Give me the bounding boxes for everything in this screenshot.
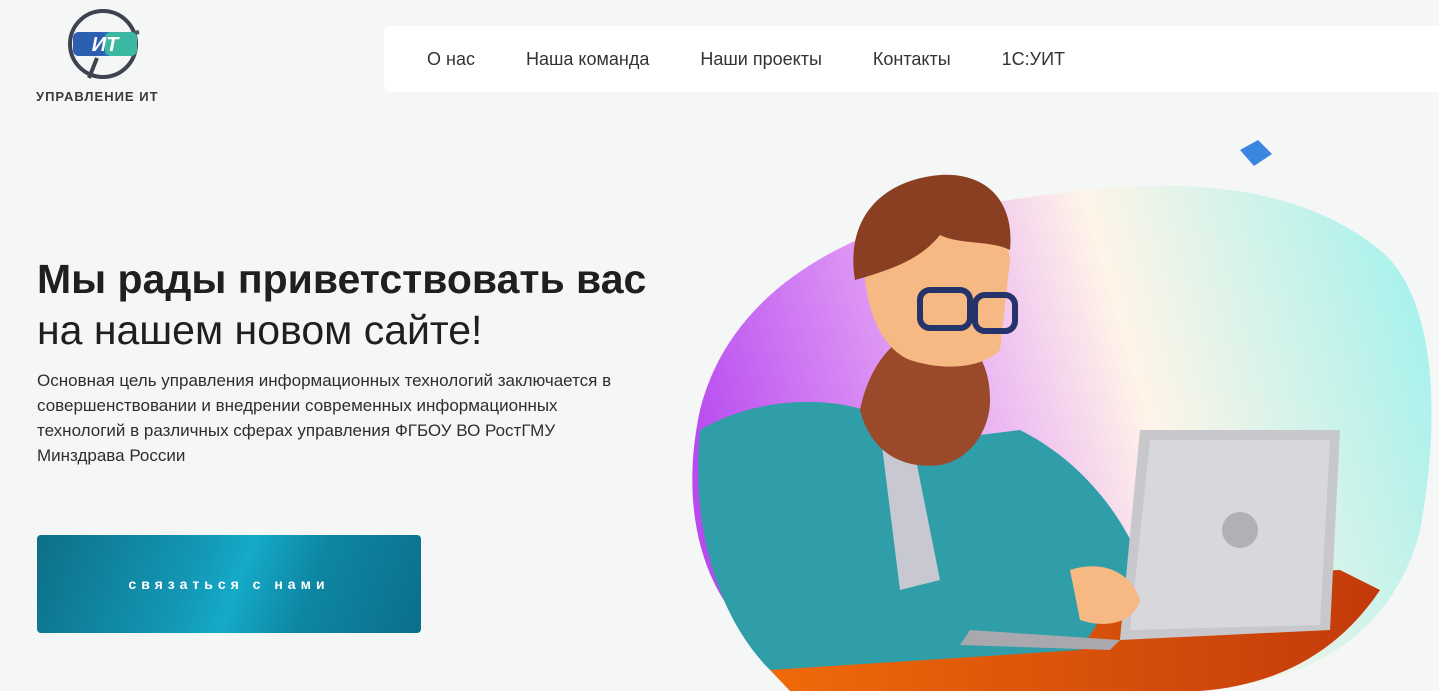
cube-decoration xyxy=(1240,140,1272,166)
nav-item-contacts[interactable]: Контакты xyxy=(873,49,951,70)
logo-letters: ИТ xyxy=(92,34,120,56)
hero-title-line2: на нашем новом сайте! xyxy=(37,307,483,353)
man-with-laptop-illustration xyxy=(692,140,1432,691)
nav-item-1c-uit[interactable]: 1С:УИТ xyxy=(1002,49,1065,70)
contact-us-button[interactable]: связаться с нами xyxy=(37,535,421,633)
nav-item-about[interactable]: О нас xyxy=(427,49,475,70)
site-logo[interactable]: ИТ УПРАВЛЕНИЕ ИТ xyxy=(36,8,186,108)
brand-name: УПРАВЛЕНИЕ ИТ xyxy=(36,89,159,104)
main-nav: О нас Наша команда Наши проекты Контакты… xyxy=(384,26,1439,92)
hero-description: Основная цель управления информационных … xyxy=(37,371,612,465)
hero-title-line1: Мы рады приветствовать вас xyxy=(37,256,647,302)
nav-item-team[interactable]: Наша команда xyxy=(526,49,649,70)
logo-icon: ИТ xyxy=(68,9,140,79)
nav-item-projects[interactable]: Наши проекты xyxy=(700,49,822,70)
